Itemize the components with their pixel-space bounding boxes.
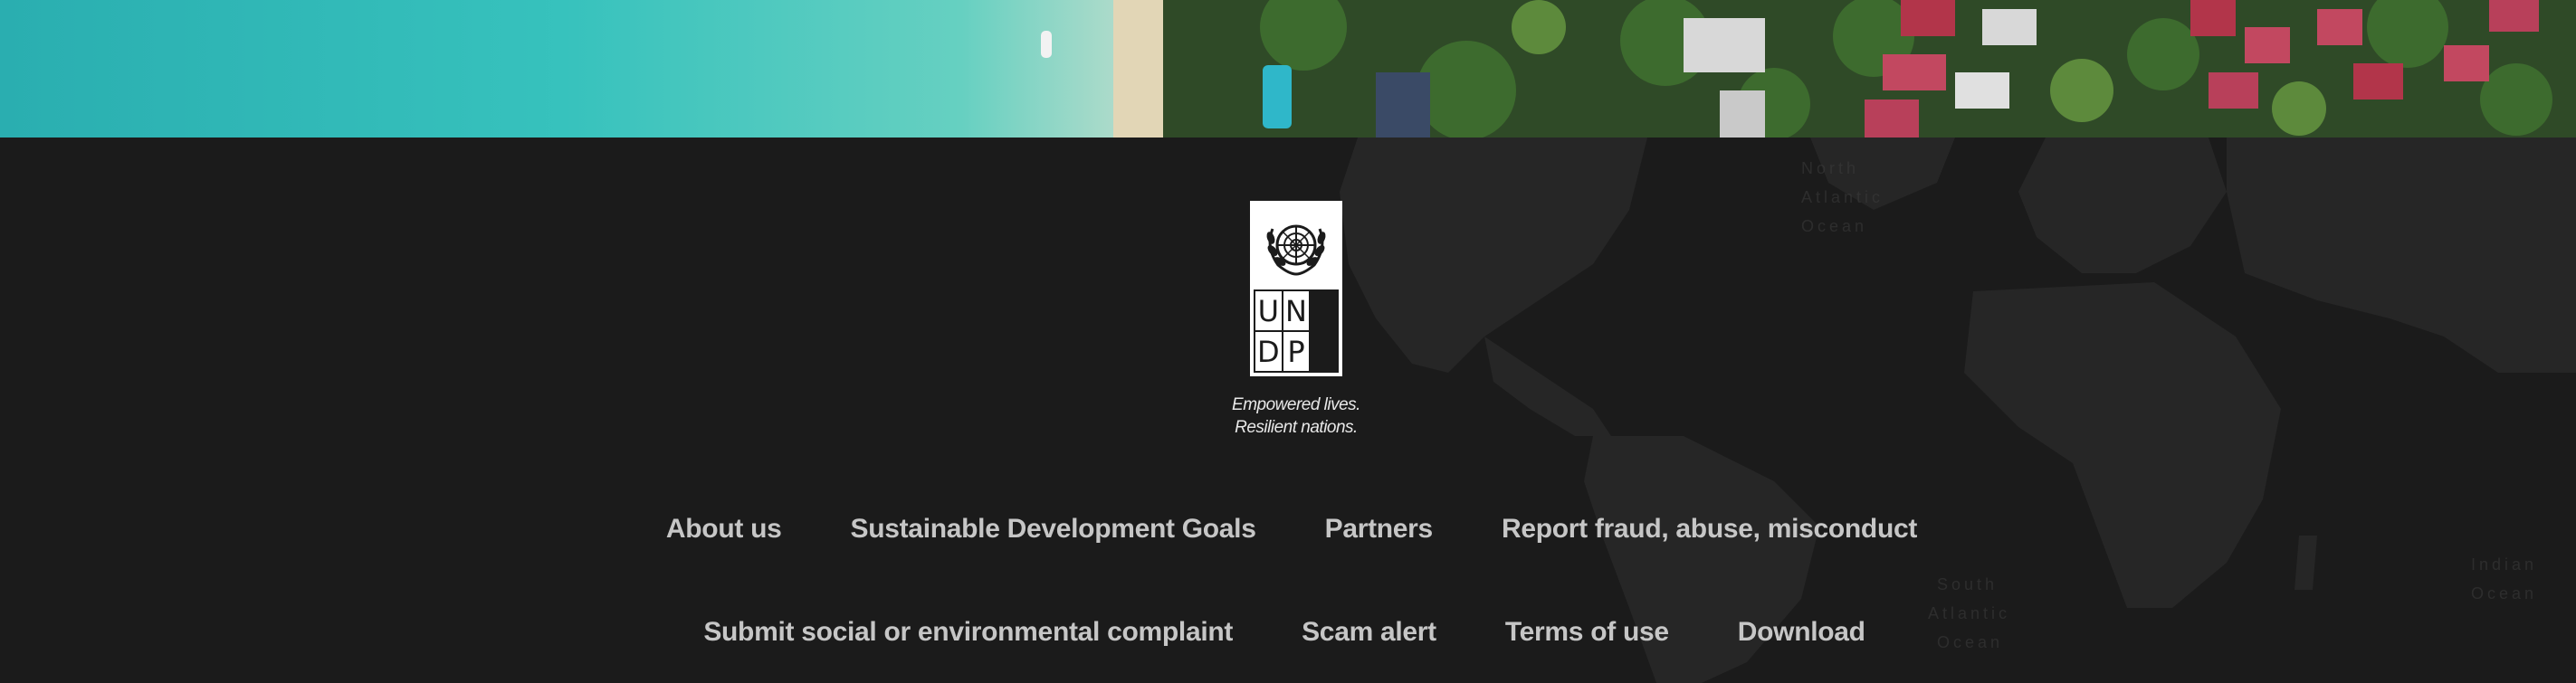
- logo-tagline: Empowered lives. Resilient nations.: [1206, 394, 1387, 439]
- logo-letter: P: [1283, 332, 1310, 371]
- logo-letter: D: [1255, 332, 1282, 371]
- map-label: South: [1937, 575, 1998, 593]
- map-label: North: [1801, 159, 1859, 177]
- hero-illustration: [0, 0, 2576, 138]
- logo-letter: N: [1283, 291, 1310, 330]
- footer-link-download[interactable]: Download: [1738, 617, 1865, 648]
- map-label: Atlantic: [1801, 188, 1884, 206]
- map-label: Indian: [2471, 555, 2537, 574]
- footer-link-scam-alert[interactable]: Scam alert: [1302, 617, 1436, 648]
- site-footer: North Atlantic Ocean South Atlantic Ocea…: [0, 138, 2576, 683]
- footer-link-complaint[interactable]: Submit social or environmental complaint: [703, 617, 1233, 648]
- footer-link-sdgs[interactable]: Sustainable Development Goals: [851, 514, 1256, 545]
- undp-logo[interactable]: U N D P: [1250, 201, 1342, 376]
- map-label: Ocean: [2471, 584, 2537, 602]
- undp-letter-grid: U N D P: [1254, 289, 1339, 373]
- footer-link-terms-of-use[interactable]: Terms of use: [1505, 617, 1669, 648]
- footer-links-row-2: Submit social or environmental complaint…: [0, 617, 2572, 648]
- tagline-line-1: Empowered lives.: [1232, 395, 1360, 414]
- un-emblem-icon: [1250, 201, 1342, 288]
- hero-image: [0, 0, 2576, 138]
- map-label: Ocean: [1801, 217, 1867, 235]
- footer-links-row-1: About us Sustainable Development Goals P…: [4, 514, 2576, 545]
- logo-letter: U: [1255, 291, 1282, 330]
- footer-link-partners[interactable]: Partners: [1325, 514, 1434, 545]
- footer-link-report-fraud[interactable]: Report fraud, abuse, misconduct: [1502, 514, 1917, 545]
- footer-link-about-us[interactable]: About us: [666, 514, 782, 545]
- tagline-line-2: Resilient nations.: [1235, 418, 1358, 437]
